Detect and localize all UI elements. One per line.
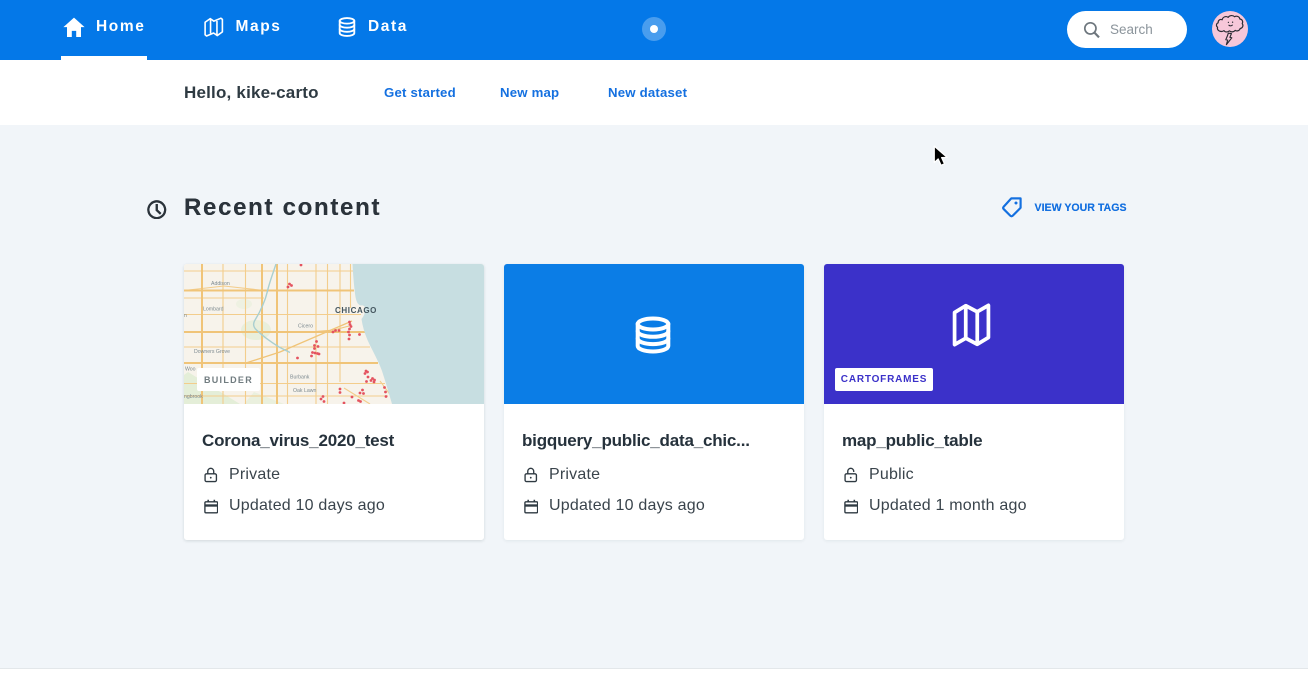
svg-text:ngbrook: ngbrook <box>184 394 203 400</box>
svg-text:CHICAGO: CHICAGO <box>335 306 377 315</box>
svg-text:Burbank: Burbank <box>290 375 310 381</box>
svg-text:Woo: Woo <box>185 367 196 373</box>
svg-text:Downers Grove: Downers Grove <box>194 349 230 355</box>
svg-text:Oak Lawn: Oak Lawn <box>293 388 316 394</box>
svg-text:n: n <box>184 313 187 319</box>
svg-text:Cicero: Cicero <box>298 324 313 330</box>
svg-text:Addison: Addison <box>211 281 230 287</box>
svg-text:Lombard: Lombard <box>203 307 224 313</box>
